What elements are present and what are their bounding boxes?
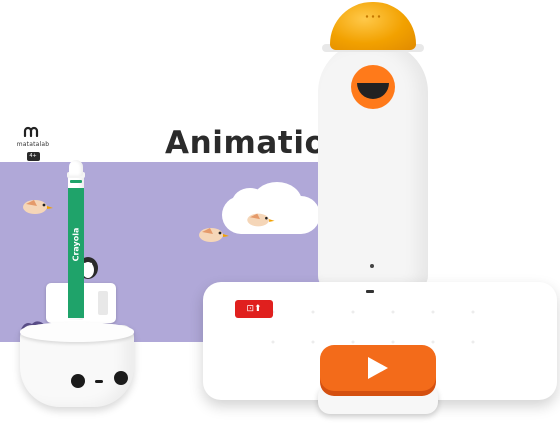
light-dome [330, 2, 416, 50]
crayon-brand-text: Crayola [71, 227, 81, 262]
brand-mark-icon [23, 126, 39, 138]
bird-icon [199, 228, 229, 242]
play-icon [368, 357, 388, 379]
bird-icon [247, 213, 275, 227]
play-button[interactable] [320, 345, 436, 391]
brand-logo: matatalab 4+ [16, 122, 50, 161]
robot-eye-left [71, 374, 85, 388]
bird-icon [23, 200, 53, 214]
red-function-button[interactable]: ⊡⬆ [235, 300, 273, 318]
brand-name: matatalab [16, 141, 50, 148]
robot-mouth [95, 380, 103, 383]
crayon-cap [69, 160, 83, 176]
product-scene: matatalab 4+ Animation ⊡⬆ Crayola [0, 0, 560, 425]
camera-eye [351, 65, 395, 109]
indicator-dot [370, 264, 374, 268]
age-badge: 4+ [26, 152, 40, 161]
robot-eye-right [114, 371, 128, 385]
crayon-band [70, 180, 82, 183]
speaker-holes-icon [365, 15, 381, 18]
robot-top [20, 322, 134, 342]
card-graphic-icon [98, 291, 108, 315]
board-slot [366, 290, 374, 293]
